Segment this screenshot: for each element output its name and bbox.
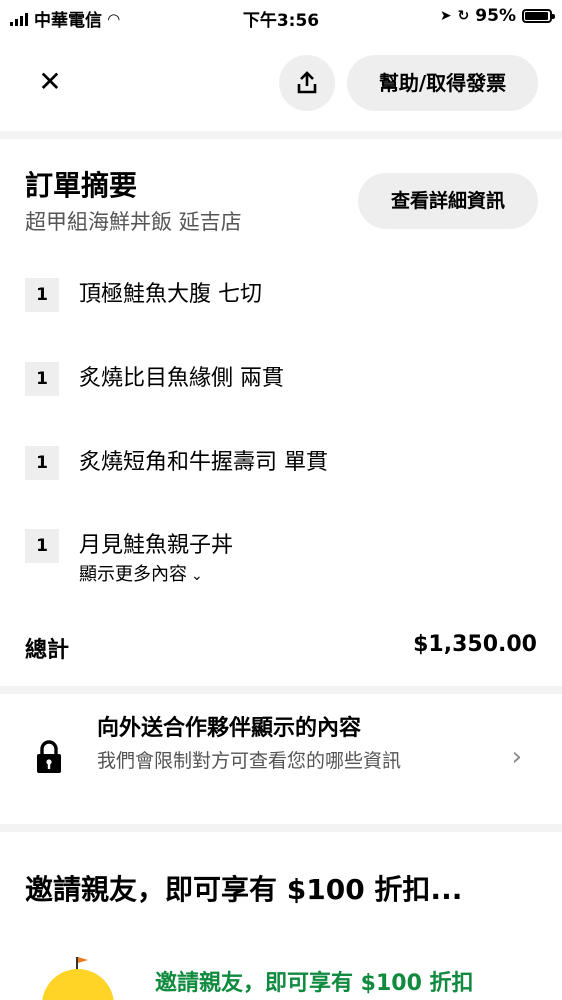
invite-friends-link[interactable]: 邀請親友，即可享有 $100 折扣 xyxy=(155,965,474,997)
location-icon: ➤ xyxy=(439,8,452,24)
chevron-down-icon: ⌄ xyxy=(191,568,203,584)
order-item: 1 炙燒短角和牛握壽司 單貫 xyxy=(25,446,328,480)
section-divider xyxy=(0,131,562,139)
order-item: 1 炙燒比目魚緣側 兩貫 xyxy=(25,362,284,396)
delivery-partner-privacy-row[interactable]: 向外送合作夥伴顯示的內容 我們會限制對方可查看您的哪些資訊 › xyxy=(0,692,562,824)
battery-icon xyxy=(522,9,555,23)
item-name: 炙燒比目魚緣側 兩貫 xyxy=(79,366,284,391)
orientation-lock-icon: ↻ xyxy=(457,8,470,24)
total-label: 總計 xyxy=(25,638,70,663)
store-name: 超甲組海鮮丼飯 延吉店 xyxy=(25,210,242,234)
item-name: 月見鮭魚親子丼 xyxy=(79,533,234,558)
item-quantity: 1 xyxy=(25,529,59,563)
battery-percent: 95% xyxy=(475,6,516,26)
item-name: 炙燒短角和牛握壽司 單貫 xyxy=(79,450,328,475)
item-quantity: 1 xyxy=(25,278,59,312)
chevron-right-icon: › xyxy=(511,742,522,772)
status-right: ➤ ↻ 95% xyxy=(439,6,555,26)
share-icon xyxy=(297,71,317,94)
lock-icon xyxy=(37,740,61,773)
order-item: 1 頂極鮭魚大腹 七切 xyxy=(25,278,262,312)
close-button[interactable]: ✕ xyxy=(30,62,70,102)
total-value: $1,350.00 xyxy=(413,632,537,657)
view-details-button[interactable]: 查看詳細資訊 xyxy=(358,173,538,229)
privacy-title: 向外送合作夥伴顯示的內容 xyxy=(97,716,362,741)
share-button[interactable] xyxy=(279,55,335,111)
item-name: 頂極鮭魚大腹 七切 xyxy=(79,282,262,307)
referral-heading: 邀請親友，即可享有 $100 折扣... xyxy=(25,873,463,906)
item-quantity: 1 xyxy=(25,362,59,396)
show-more-label: 顯示更多內容 xyxy=(79,564,187,585)
section-divider xyxy=(0,824,562,832)
golf-ball-flag-icon xyxy=(42,957,114,1000)
help-invoice-button[interactable]: 幫助/取得發票 xyxy=(347,55,538,111)
order-item: 1 月見鮭魚親子丼 顯示更多內容 ⌄ xyxy=(25,529,233,588)
item-quantity: 1 xyxy=(25,446,59,480)
close-icon: ✕ xyxy=(38,65,62,98)
show-more-link[interactable]: 顯示更多內容 ⌄ xyxy=(79,563,233,588)
item-body: 月見鮭魚親子丼 顯示更多內容 ⌄ xyxy=(79,529,233,588)
order-summary-title: 訂單摘要 xyxy=(25,169,138,202)
status-bar: 中華電信 ◠ 下午3:56 ➤ ↻ 95% xyxy=(0,0,562,36)
privacy-description: 我們會限制對方可查看您的哪些資訊 xyxy=(97,750,402,772)
